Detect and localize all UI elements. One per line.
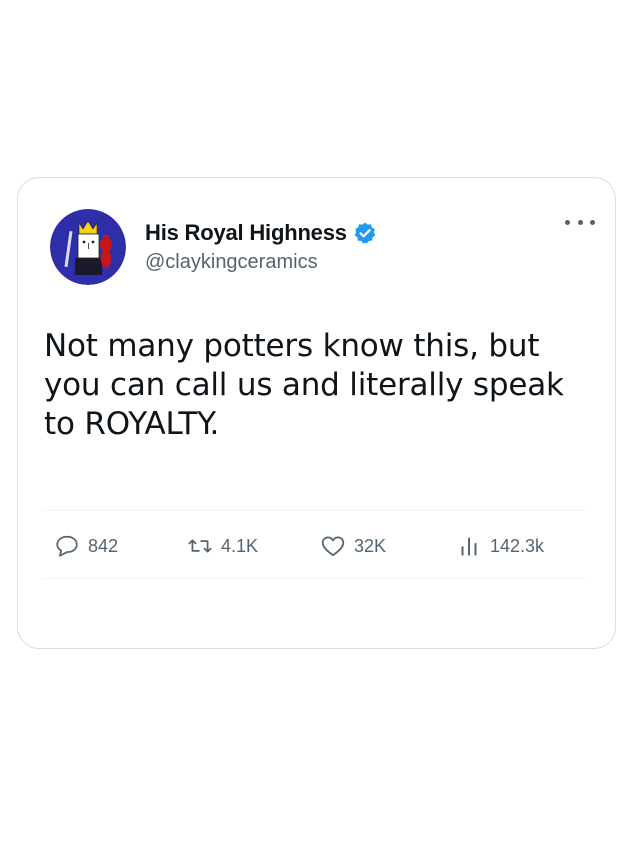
author-handle[interactable]: @claykingceramics xyxy=(145,251,318,274)
tweet-card[interactable]: His Royal Highness @claykingceramics Not… xyxy=(17,177,616,649)
views-button[interactable]: 142.3k xyxy=(456,532,544,560)
tweet-actions: 842 4.1K 32K 142.3k xyxy=(44,532,585,560)
reply-button[interactable]: 842 xyxy=(54,532,118,560)
tweet-text: Not many potters know this, but you can … xyxy=(44,328,564,442)
king-potter-avatar-icon xyxy=(50,209,126,285)
retweet-count: 4.1K xyxy=(221,535,259,556)
retweet-icon xyxy=(188,539,212,553)
avatar[interactable] xyxy=(50,209,126,285)
heart-icon xyxy=(321,536,345,557)
verified-badge-icon xyxy=(353,221,377,245)
views-chart-icon xyxy=(461,537,477,556)
retweet-button[interactable]: 4.1K xyxy=(187,532,258,560)
like-button[interactable]: 32K xyxy=(320,532,386,560)
reply-icon xyxy=(56,535,78,557)
divider xyxy=(44,510,585,511)
display-name[interactable]: His Royal Highness xyxy=(145,220,347,246)
author-name-row: His Royal Highness xyxy=(145,220,377,246)
divider xyxy=(44,578,585,579)
more-dots-icon[interactable] xyxy=(565,214,595,230)
reply-count: 842 xyxy=(88,535,119,556)
views-count: 142.3k xyxy=(490,535,545,556)
like-count: 32K xyxy=(354,535,387,556)
